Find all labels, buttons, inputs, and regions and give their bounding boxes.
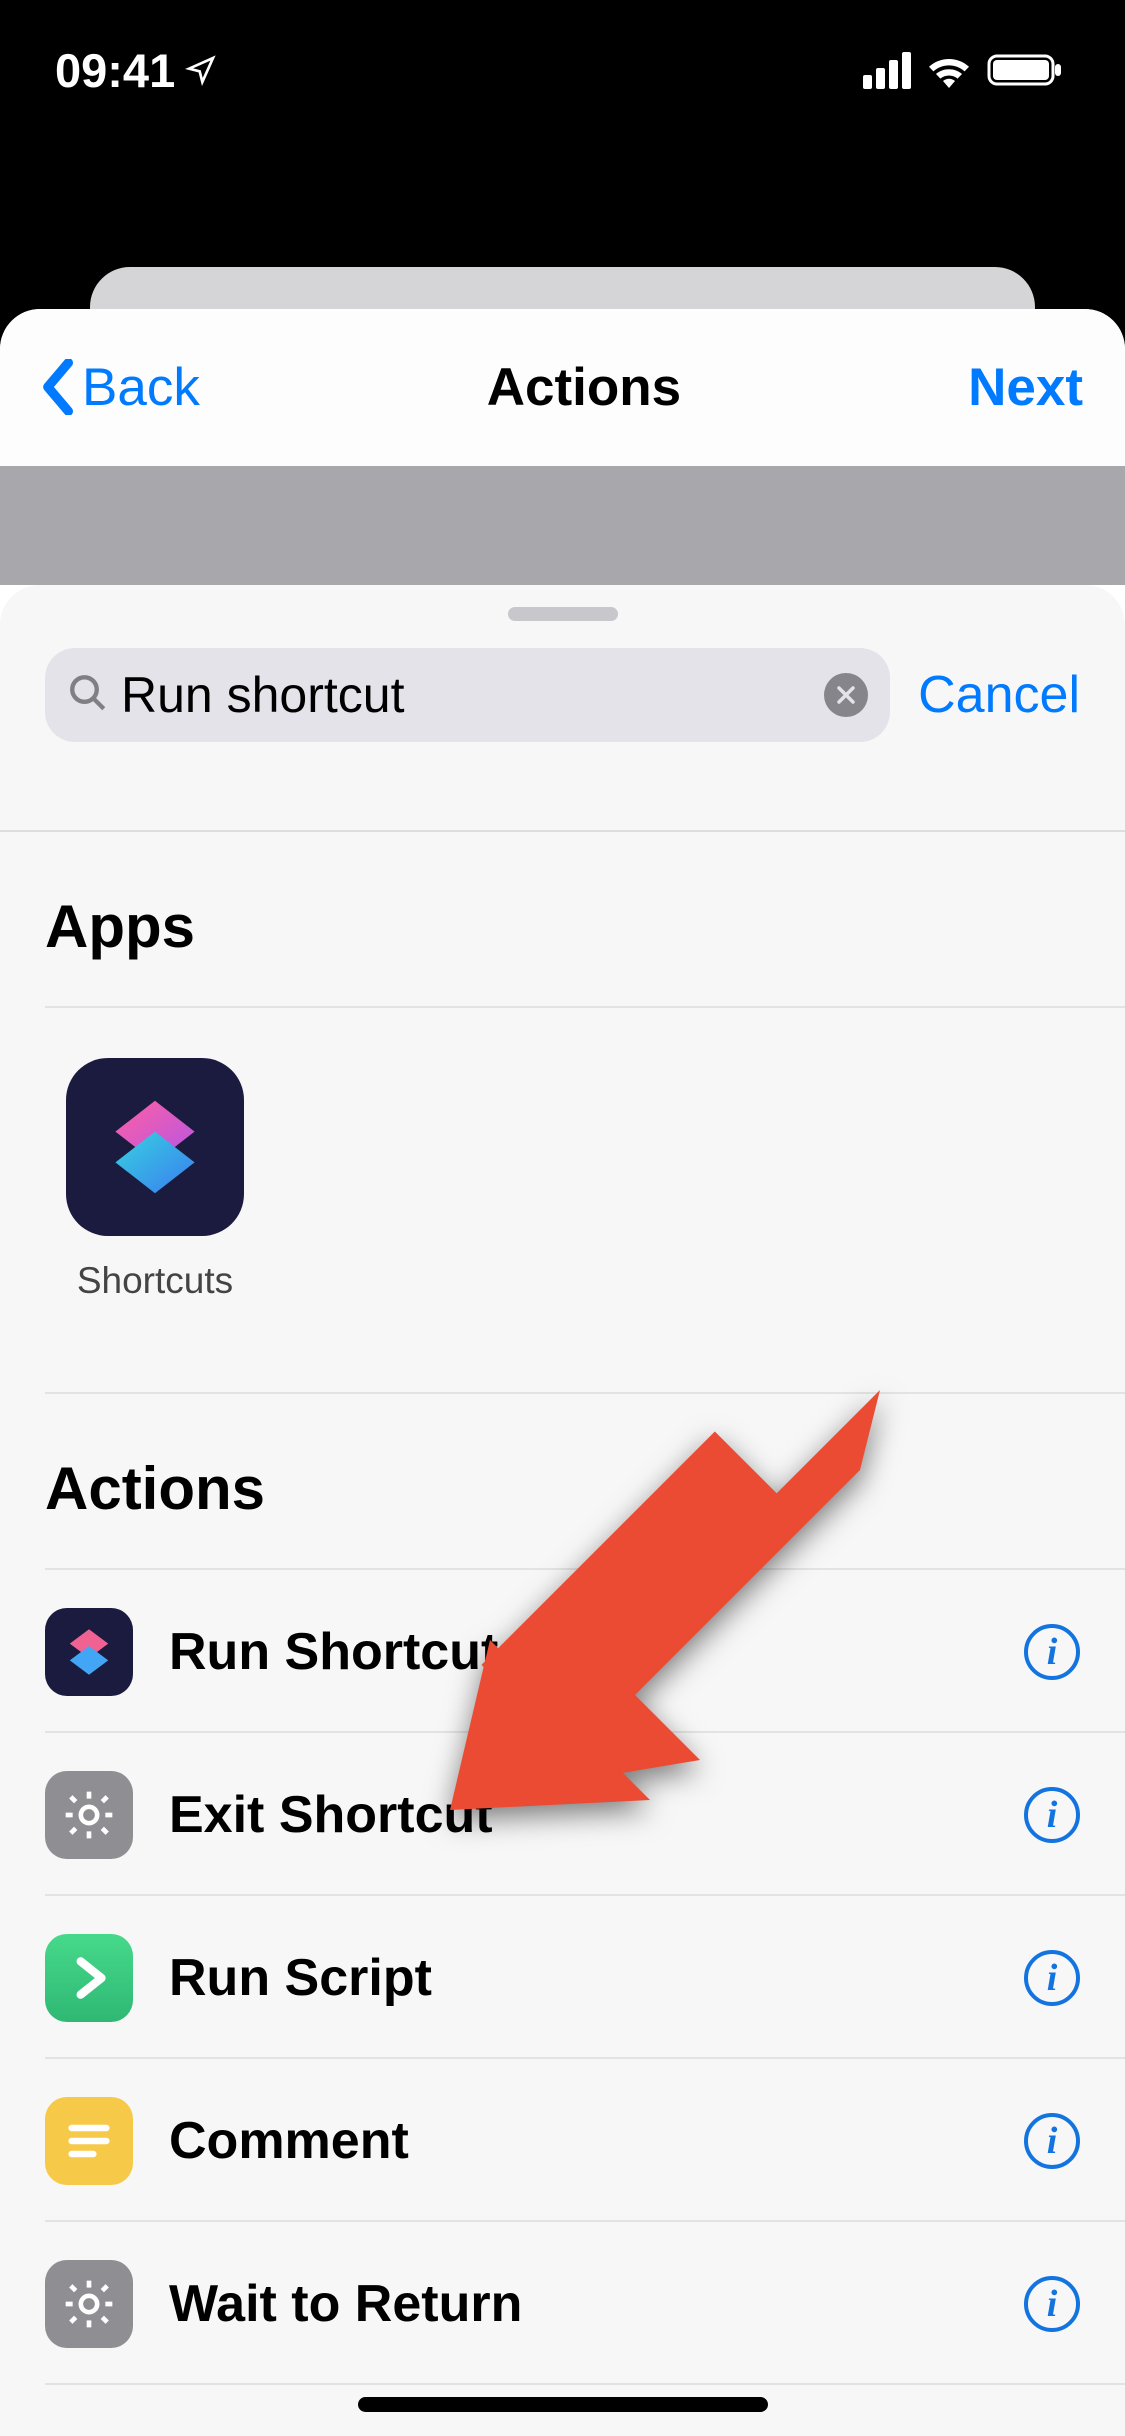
status-icons [863,52,1065,89]
home-indicator[interactable] [358,2397,768,2412]
info-icon[interactable]: i [1024,1950,1080,2006]
cancel-button[interactable]: Cancel [918,665,1080,725]
next-button[interactable]: Next [968,357,1083,418]
page-title: Actions [487,357,681,418]
action-label: Comment [169,2111,988,2171]
action-label: Run Shortcut [169,1622,988,1682]
lines-icon [45,2097,133,2185]
info-icon[interactable]: i [1024,1624,1080,1680]
search-field[interactable] [45,648,890,742]
wifi-icon [925,52,973,88]
sheet-grabber[interactable] [508,607,618,621]
play-icon [45,1934,133,2022]
section-apps-title: Apps [0,832,1125,1006]
search-icon [67,672,109,719]
clock: 09:41 [55,43,175,98]
status-bar: 09:41 [0,0,1125,140]
info-icon[interactable]: i [1024,1787,1080,1843]
action-label: Wait to Return [169,2274,988,2334]
search-row: Cancel [45,645,1080,745]
search-input[interactable] [121,666,812,724]
section-actions-title: Actions [0,1394,1125,1568]
action-label: Run Script [169,1948,988,2008]
back-button[interactable]: Back [42,357,200,418]
gear-icon [45,1771,133,1859]
app-shortcuts[interactable]: Shortcuts [45,1058,265,1302]
shortcuts-app-icon [66,1058,244,1236]
app-label: Shortcuts [77,1260,233,1302]
clear-search-button[interactable] [824,673,868,717]
action-wait-to-return[interactable]: Wait to Return i [0,2222,1125,2385]
apps-grid: Shortcuts [0,1008,1125,1392]
action-run-shortcut[interactable]: Run Shortcut i [0,1570,1125,1733]
action-run-script[interactable]: Run Script i [0,1896,1125,2059]
shortcuts-icon [45,1608,133,1696]
info-icon[interactable]: i [1024,2113,1080,2169]
action-list: Run Shortcut i Exit Shortcut i [0,1570,1125,2385]
action-picker-sheet: Cancel Apps [0,585,1125,2436]
modal-card: Back Actions Next Cancel [0,309,1125,2436]
gear-icon [45,2260,133,2348]
battery-icon [987,52,1065,88]
action-label: Exit Shortcut [169,1785,988,1845]
action-comment[interactable]: Comment i [0,2059,1125,2222]
cellular-icon [863,52,911,89]
modal-gap [0,466,1125,585]
action-exit-shortcut[interactable]: Exit Shortcut i [0,1733,1125,1896]
location-arrow-icon [185,54,217,86]
back-label: Back [82,357,200,418]
status-time: 09:41 [55,43,217,98]
info-icon[interactable]: i [1024,2276,1080,2332]
results-content: Apps [0,830,1125,2436]
nav-bar: Back Actions Next [0,309,1125,466]
